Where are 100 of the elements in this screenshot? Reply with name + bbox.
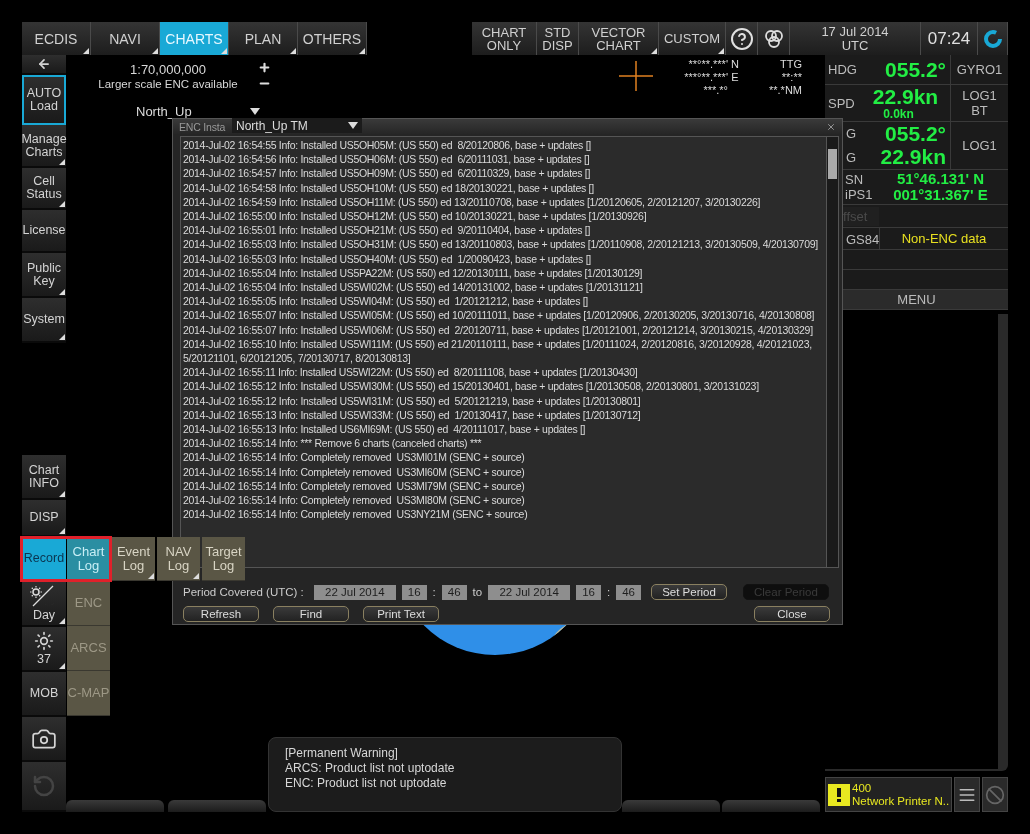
log-entry: 2014-Jul-02 16:55:04 Info: Installed US5WI02M: (US 550) ed 14/20131002, base + updates [1/20131121] (183, 280, 644, 295)
display-button[interactable]: VECTOR CHART (579, 22, 659, 55)
sidebar-button[interactable]: AUTO Load (22, 75, 66, 125)
log-entry: 2014-Jul-02 16:55:11 Info: Installed US5WI22M: (US 550) ed 8/20111108, base + updates [1/20130430] (183, 365, 639, 380)
hour-field[interactable]: 16 (401, 584, 427, 600)
warning-line: ENC: Product list not uptodate (285, 776, 448, 791)
datum-label: GS84 (846, 231, 880, 247)
log-entry: 2014-Jul-02 16:55:01 Info: Installed US5OH21M: (US 550) ed 9/20110404, base + updates [] (183, 223, 592, 238)
log-entry: 2014-Jul-02 16:55:14 Info: Completely removed US3NY21M (SENC + source) (183, 507, 529, 522)
period-label: Period Covered (UTC) : (183, 586, 304, 598)
crosshair-icon (619, 61, 653, 91)
speed-label: SPD (828, 95, 855, 111)
log-entry: 2014-Jul-02 16:55:13 Info: Installed US5WI33M: (US 550) ed 1/20130417, base + updates [1/20130712] (183, 407, 642, 423)
log-entry: 2014-Jul-02 16:55:03 Info: Installed US5OH31M: (US 550) ed 13/20110803, base + updates [1/20110908, 2/20121213, 3/20130509, 4/20130709] (183, 237, 819, 252)
cursor-value: **.*NM (768, 84, 802, 97)
warning-line: ARCS: Product list not uptodate (285, 761, 456, 776)
status-button[interactable] (978, 22, 1008, 55)
warning-icon (828, 783, 850, 806)
log-entry: 2014-Jul-02 16:55:04 Info: Installed US5PA22M: (US 550) ed 12/20130111, base + updates [1/20130129] (183, 265, 644, 281)
position-label: iPS1 (845, 187, 873, 202)
scale-note: Larger scale ENC available (97, 77, 239, 91)
alert-item[interactable]: 400 Network Printer N.. (825, 777, 953, 812)
latitude-value: 51°46.131' N (896, 171, 986, 187)
close-button[interactable] (826, 121, 836, 132)
warning-title: [Permanent Warning] (285, 746, 399, 761)
screenshot-button[interactable] (22, 717, 66, 762)
course-label: G (846, 126, 857, 142)
log-entry: 2014-Jul-02 16:54:56 Info: Installed US5OH06M: (US 550) ed 6/20111031, base + updates [] (183, 152, 591, 167)
log-entry: 2014-Jul-02 16:55:07 Info: Installed US5WI06M: (US 550) ed 2/20120711, base + updates [1/20121001, 2/20121214, 3/20130215, 4/20130329] (183, 322, 814, 337)
minute-field[interactable]: 46 (616, 584, 641, 600)
alert-list-button[interactable] (954, 777, 981, 812)
time-display: 07:24 (921, 22, 978, 55)
speed-source: LOG1 BT (950, 85, 1008, 121)
back-button[interactable] (22, 55, 66, 75)
alert-message: Network Printer N.. (852, 794, 950, 808)
to-label: to (472, 586, 483, 598)
orientation-dropdown[interactable]: North_Up (136, 104, 260, 119)
action-button[interactable]: Print Text (363, 606, 439, 622)
log-entry: 2014-Jul-02 16:55:14 Info: Completely removed US3MI79M (SENC + source) (183, 478, 526, 494)
sidebar-button[interactable]: Manage Charts (22, 125, 66, 168)
heading-value: 055.2° (884, 58, 947, 81)
log-menu-item[interactable]: Event Log (112, 537, 155, 581)
display-button[interactable]: CHART ONLY (472, 22, 537, 55)
dropdown-icon (249, 108, 260, 115)
layers-button[interactable] (758, 22, 790, 55)
sidebar-button[interactable]: Cell Status (22, 168, 66, 210)
sidebar-button[interactable]: 37 (22, 627, 66, 672)
ground-speed-value: 22.9kn (879, 146, 947, 169)
speed-value: 22.9kn (872, 85, 940, 108)
log-entry: 2014-Jul-02 16:55:07 Info: Installed US5WI05M: (US 550) ed 10/20111011, base + updates [1/20120906, 2/20130205, 3/20130716, 4/20130808] (183, 308, 816, 323)
help-button[interactable] (726, 22, 758, 55)
cursor-position: ***°**.***' (683, 71, 728, 84)
dropdown-icon (348, 122, 358, 129)
log-entry: 2014-Jul-02 16:55:10 Info: Installed US5WI11M: (US 550) ed 21/20110111, base + updates [1/20111024, 2/20120816, 3/20120928, 4/20121023, 5/20121101, 6/20121205, 7/20130717, 8/20130813] (183, 336, 813, 366)
log-menu-item[interactable]: Target Log (202, 537, 245, 581)
prohibited-icon (985, 784, 1006, 805)
display-button[interactable]: STD DISP (537, 22, 579, 55)
log-entry: 2014-Jul-02 16:55:14 Info: Completely removed US3MI01M (SENC + source) (183, 450, 526, 465)
log-menu-item[interactable]: NAV Log (157, 537, 200, 581)
menu-tab[interactable]: ECDIS (22, 22, 91, 55)
minute-field[interactable]: 46 (441, 584, 467, 600)
sidebar-button[interactable]: Chart INFO (22, 455, 66, 500)
help-icon (729, 26, 754, 51)
time-separator: : (432, 586, 436, 598)
log-entry: 2014-Jul-02 16:55:14 Info: *** Remove 6 charts (canceled charts) *** (183, 436, 483, 451)
log-entry: 2014-Jul-02 16:54:57 Info: Installed US5OH09M: (US 550) ed 6/20110329, base + updates [] (183, 166, 592, 181)
cursor-value: **:** (780, 71, 802, 84)
log-entry: 2014-Jul-02 16:54:59 Info: Installed US5OH11M: (US 550) ed 13/20110708, base + updates [1/20120605, 2/20121207, 3/20130226] (183, 194, 762, 209)
sidebar-button[interactable]: License (22, 210, 66, 253)
menu-tab[interactable]: NAVI (91, 22, 160, 55)
cursor-position: ***.*° (702, 84, 728, 97)
log-entry: 2014-Jul-02 16:54:58 Info: Installed US5OH10M: (US 550) ed 18/20130221, base + updates [] (183, 180, 595, 195)
action-button[interactable]: Find (273, 606, 349, 622)
date-field[interactable]: 22 Jul 2014 (488, 584, 571, 600)
sidebar-button[interactable]: Public Key (22, 253, 66, 298)
date-field[interactable]: 22 Jul 2014 (313, 584, 396, 600)
cursor-value: TTG (779, 58, 802, 71)
speed-sub-value: 0.0kn (883, 107, 915, 121)
sidebar-button[interactable]: System (22, 298, 66, 343)
log-entry: 2014-Jul-02 16:55:14 Info: Completely removed US3MI80M (SENC + source) (183, 493, 526, 508)
menu-tab[interactable]: OTHERS (298, 22, 367, 55)
set-period-button[interactable]: Set Period (651, 584, 727, 600)
sidebar-button[interactable]: MOB (22, 672, 66, 717)
menu-tab[interactable]: PLAN (229, 22, 298, 55)
course-value: 055.2° (884, 122, 947, 145)
sidebar-button[interactable]: Day (22, 582, 66, 627)
action-button[interactable]: Refresh (183, 606, 259, 622)
scrollbar[interactable] (826, 137, 838, 567)
cursor-position: **°**.***' (687, 58, 728, 71)
chart-scale: 1:70,000,000 (129, 62, 207, 77)
close-button[interactable]: Close (754, 606, 830, 622)
alert-code: 400 (852, 781, 873, 795)
log-entry: 2014-Jul-02 16:55:12 Info: Installed US5WI31M: (US 550) ed 5/20121219, base + updates [1/20130801] (183, 393, 642, 408)
close-icon (826, 121, 836, 132)
log-entry: 2014-Jul-02 16:54:55 Info: Installed US5OH05M: (US 550) ed 8/20120806, base + updates [] (183, 138, 592, 153)
sidebar-button[interactable]: DISP (22, 500, 66, 537)
zoom-in-icon[interactable] (258, 61, 271, 74)
display-button[interactable]: CUSTOM (659, 22, 726, 55)
motion-mode-dropdown[interactable]: North_Up TM (232, 118, 362, 133)
hour-field[interactable]: 16 (576, 584, 601, 600)
